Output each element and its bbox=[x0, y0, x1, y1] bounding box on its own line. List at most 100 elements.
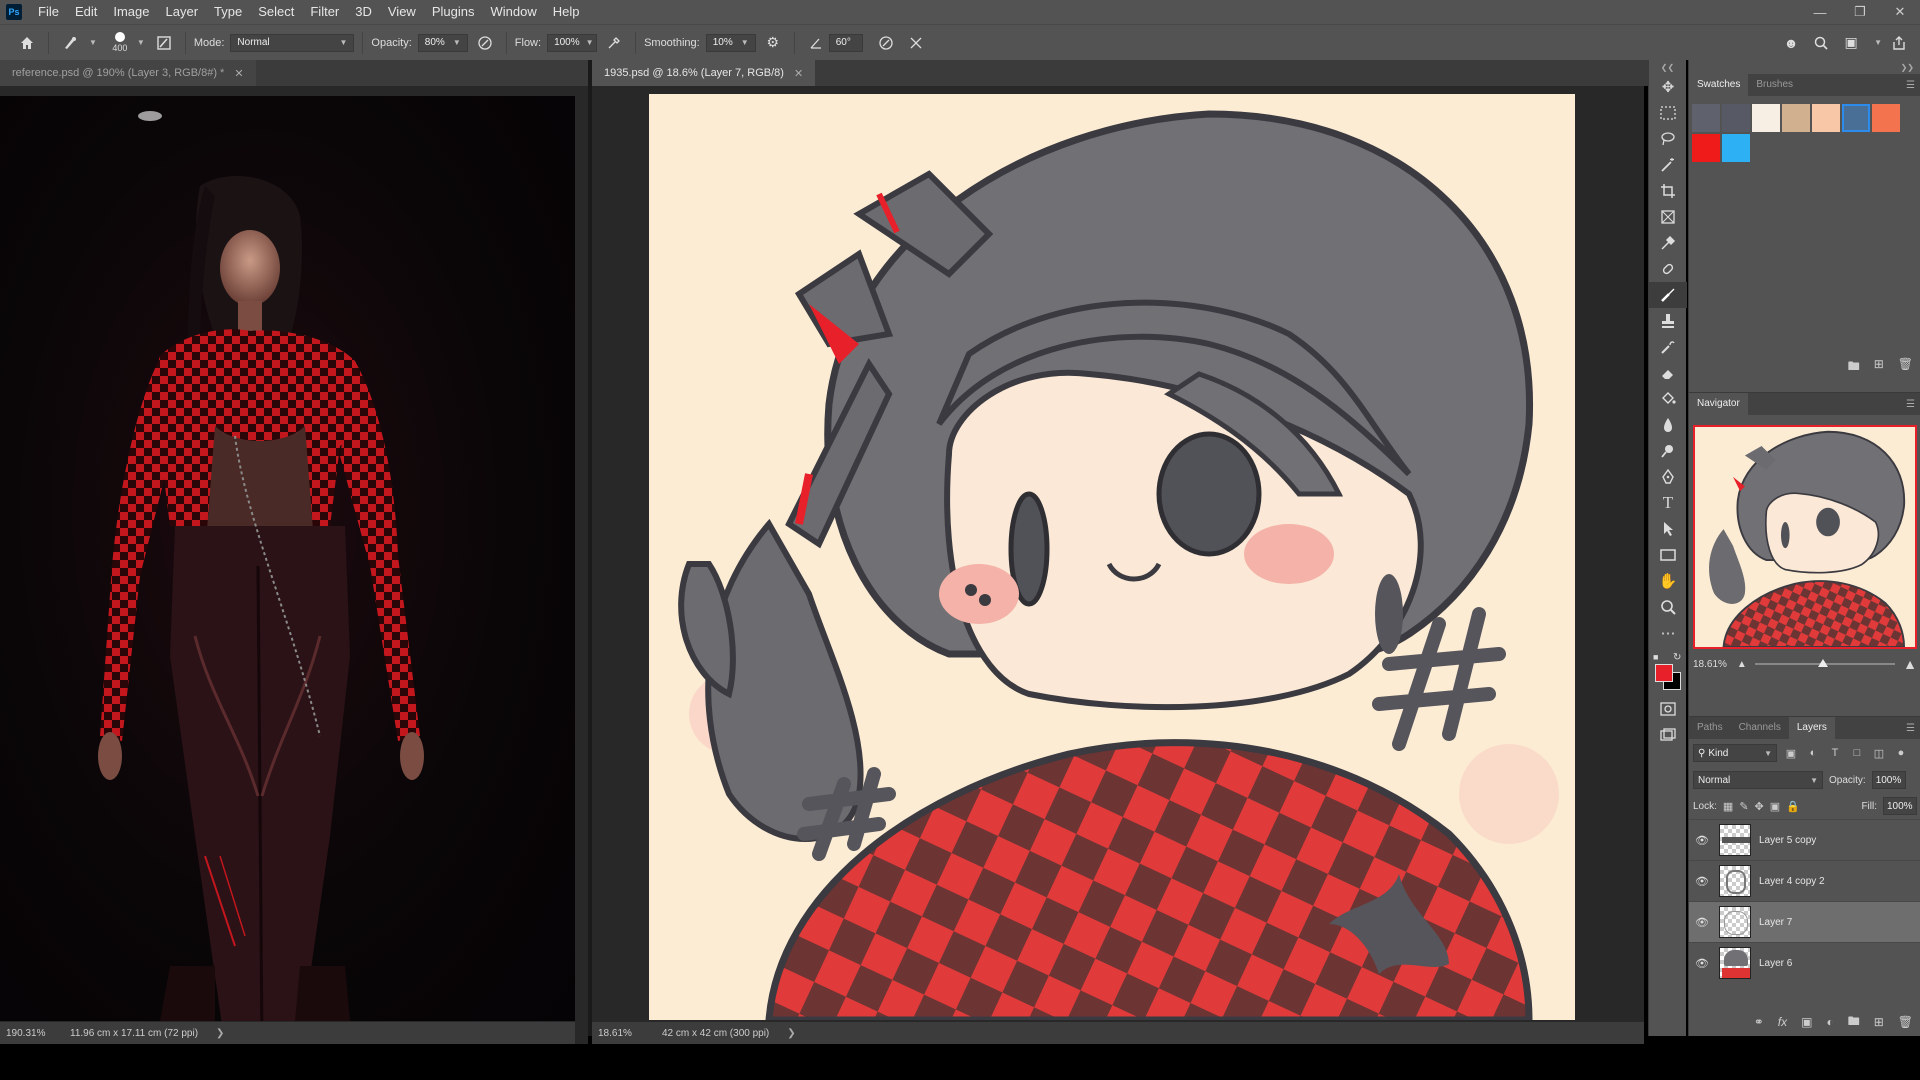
add-mask-icon[interactable]: ▣ bbox=[1801, 1015, 1812, 1029]
new-layer-icon[interactable]: ⊞ bbox=[1874, 1015, 1884, 1029]
swatch[interactable] bbox=[1752, 104, 1780, 132]
dodge-tool-icon[interactable] bbox=[1649, 438, 1687, 464]
menu-layer[interactable]: Layer bbox=[158, 0, 207, 24]
angle-input[interactable]: 60° bbox=[828, 33, 863, 52]
zoom-in-icon[interactable]: ▲ bbox=[1903, 656, 1917, 672]
tab-brushes[interactable]: Brushes bbox=[1748, 74, 1801, 96]
main-workspace[interactable]: 18.61% 42 cm x 42 cm (300 ppi) ❯ bbox=[592, 86, 1644, 1080]
reference-zoom[interactable]: 190.31% bbox=[0, 1028, 60, 1039]
navigator-zoom-value[interactable]: 18.61% bbox=[1693, 659, 1727, 670]
magic-wand-icon[interactable] bbox=[1649, 152, 1687, 178]
lock-artboard-icon[interactable]: ▣ bbox=[1770, 800, 1780, 813]
tab-navigator[interactable]: Navigator bbox=[1689, 393, 1748, 415]
pen-tool-icon[interactable] bbox=[1649, 464, 1687, 490]
adjustment-filter-icon[interactable]: ◐ bbox=[1805, 747, 1821, 759]
expand-icon[interactable]: ❯❯ bbox=[1689, 60, 1920, 74]
new-group-icon[interactable]: 🖿 bbox=[1848, 1012, 1860, 1033]
swap-colors-icon[interactable]: ↻ bbox=[1673, 652, 1681, 663]
menu-window[interactable]: Window bbox=[482, 0, 544, 24]
eye-icon[interactable]: 👁 bbox=[1689, 957, 1715, 970]
swatch[interactable] bbox=[1692, 104, 1720, 132]
lock-paint-icon[interactable]: ✎ bbox=[1739, 800, 1748, 813]
workspace-icon[interactable]: ▣ bbox=[1838, 30, 1864, 56]
menu-file[interactable]: File bbox=[30, 0, 67, 24]
menu-plugins[interactable]: Plugins bbox=[424, 0, 483, 24]
lock-transparent-icon[interactable]: ▦ bbox=[1723, 800, 1733, 813]
minimize-icon[interactable]: — bbox=[1800, 0, 1840, 24]
menu-type[interactable]: Type bbox=[206, 0, 250, 24]
swatch[interactable] bbox=[1872, 104, 1900, 132]
menu-3d[interactable]: 3D bbox=[347, 0, 380, 24]
swatch[interactable] bbox=[1722, 104, 1750, 132]
clone-stamp-icon[interactable] bbox=[1649, 308, 1687, 334]
navigator-thumbnail[interactable] bbox=[1693, 425, 1917, 649]
panel-menu-icon[interactable]: ☰ bbox=[1906, 80, 1915, 91]
kind-filter-select[interactable]: ⚲ Kind ▼ bbox=[1693, 744, 1777, 762]
chevron-down-icon[interactable]: ▼ bbox=[1874, 38, 1882, 47]
eye-icon[interactable]: 👁 bbox=[1689, 916, 1715, 929]
navigator-zoom-slider[interactable] bbox=[1754, 659, 1896, 667]
menu-image[interactable]: Image bbox=[105, 0, 157, 24]
share-icon[interactable] bbox=[1886, 30, 1912, 56]
search-icon[interactable] bbox=[1808, 30, 1834, 56]
symmetry-icon[interactable] bbox=[903, 30, 929, 56]
marquee-tool-icon[interactable] bbox=[1649, 100, 1687, 126]
filter-toggle-icon[interactable]: ● bbox=[1893, 747, 1909, 759]
panel-menu-icon[interactable]: ☰ bbox=[1906, 399, 1915, 410]
tab-channels[interactable]: Channels bbox=[1731, 717, 1789, 739]
user-icon[interactable]: ☻ bbox=[1778, 30, 1804, 56]
menu-select[interactable]: Select bbox=[250, 0, 302, 24]
chevron-down-icon[interactable]: ▼ bbox=[137, 38, 145, 47]
hand-tool-icon[interactable]: ✋ bbox=[1649, 568, 1687, 594]
menu-view[interactable]: View bbox=[380, 0, 424, 24]
chevron-right-icon[interactable]: ❯ bbox=[198, 1028, 224, 1039]
lock-all-icon[interactable]: 🔒 bbox=[1786, 800, 1800, 813]
layer-row[interactable]: 👁 Layer 5 copy bbox=[1689, 819, 1920, 860]
zoom-out-icon[interactable]: ▲ bbox=[1737, 659, 1747, 670]
eye-icon[interactable]: 👁 bbox=[1689, 834, 1715, 847]
layer-name[interactable]: Layer 4 copy 2 bbox=[1759, 876, 1825, 887]
close-icon[interactable]: ✕ bbox=[794, 67, 803, 80]
opacity-input[interactable]: 80% ▼ bbox=[417, 33, 468, 52]
slider-knob[interactable] bbox=[1817, 659, 1828, 667]
layer-name[interactable]: Layer 5 copy bbox=[1759, 835, 1816, 846]
pixel-filter-icon[interactable]: ▣ bbox=[1783, 747, 1799, 760]
fx-icon[interactable]: fx bbox=[1778, 1015, 1787, 1029]
swatch[interactable] bbox=[1812, 104, 1840, 132]
smoothing-input[interactable]: 10% ▼ bbox=[705, 33, 756, 52]
swatch[interactable] bbox=[1692, 134, 1720, 162]
brush-settings-icon[interactable] bbox=[151, 30, 177, 56]
layer-row[interactable]: 👁 Layer 6 bbox=[1689, 942, 1920, 983]
gear-icon[interactable]: ⚙ bbox=[760, 30, 786, 56]
layer-row[interactable]: 👁 Layer 4 copy 2 bbox=[1689, 860, 1920, 901]
main-zoom[interactable]: 18.61% bbox=[592, 1028, 652, 1039]
lasso-tool-icon[interactable] bbox=[1649, 126, 1687, 152]
trash-icon[interactable]: 🗑 bbox=[1898, 357, 1913, 378]
pressure-size-icon[interactable] bbox=[873, 30, 899, 56]
layer-name[interactable]: Layer 7 bbox=[1759, 917, 1792, 928]
reference-canvas[interactable] bbox=[0, 96, 575, 1021]
healing-brush-icon[interactable] bbox=[1649, 256, 1687, 282]
eraser-icon[interactable] bbox=[1649, 360, 1687, 386]
paint-bucket-icon[interactable] bbox=[1649, 386, 1687, 412]
eye-icon[interactable]: 👁 bbox=[1689, 875, 1715, 888]
smart-object-filter-icon[interactable]: ◫ bbox=[1871, 747, 1887, 760]
brush-tool-icon[interactable] bbox=[1649, 282, 1687, 308]
path-select-icon[interactable] bbox=[1649, 516, 1687, 542]
layer-opacity-input[interactable]: 100% bbox=[1871, 771, 1906, 789]
crop-tool-icon[interactable] bbox=[1649, 178, 1687, 204]
pressure-opacity-icon[interactable] bbox=[472, 30, 498, 56]
blend-mode-select[interactable]: Normal ▼ bbox=[1693, 771, 1823, 789]
tab-reference[interactable]: reference.psd @ 190% (Layer 3, RGB/8#) *… bbox=[0, 60, 256, 86]
close-icon[interactable]: ✕ bbox=[1880, 0, 1920, 24]
brush-size-picker[interactable]: 400 bbox=[109, 30, 131, 56]
main-canvas[interactable] bbox=[649, 94, 1575, 1020]
tab-main[interactable]: 1935.psd @ 18.6% (Layer 7, RGB/8) ✕ bbox=[592, 60, 816, 86]
lock-position-icon[interactable]: ✥ bbox=[1755, 800, 1764, 813]
foreground-color-swatch[interactable] bbox=[1655, 664, 1673, 682]
link-icon[interactable]: ⚭ bbox=[1754, 1015, 1764, 1029]
tab-layers[interactable]: Layers bbox=[1788, 717, 1835, 739]
reference-workspace[interactable]: 190.31% 11.96 cm x 17.11 cm (72 ppi) ❯ bbox=[0, 86, 588, 1080]
frame-tool-icon[interactable] bbox=[1649, 204, 1687, 230]
menu-edit[interactable]: Edit bbox=[67, 0, 105, 24]
